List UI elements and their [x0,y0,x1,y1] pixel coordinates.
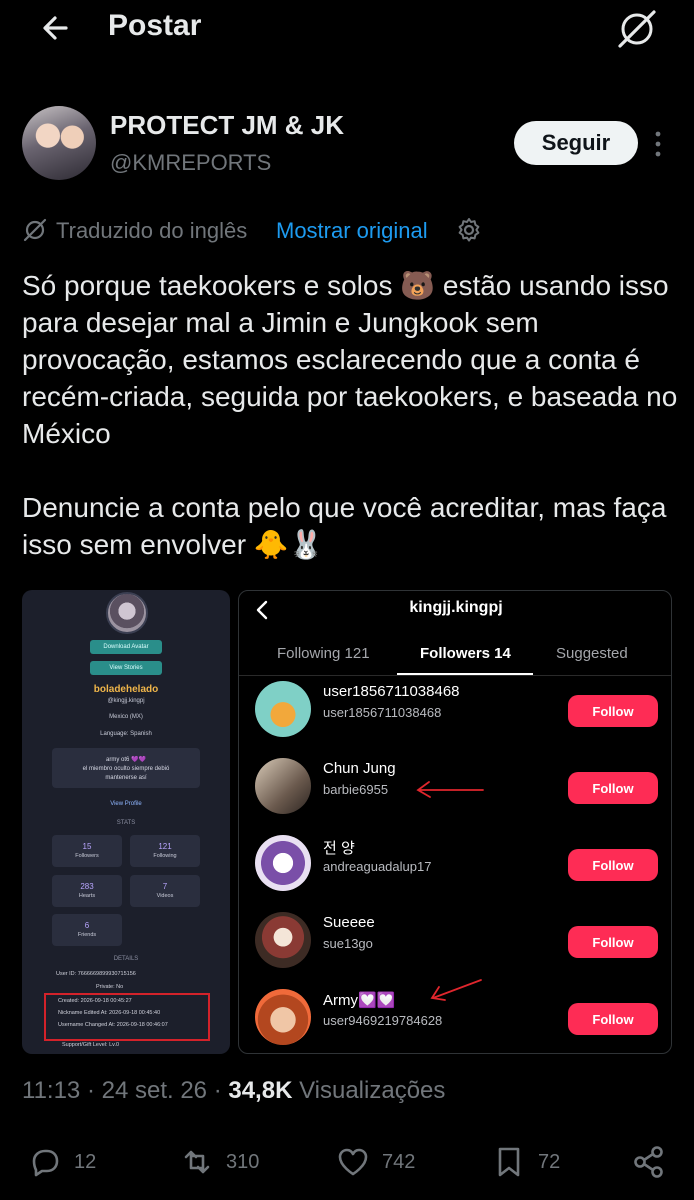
author-name[interactable]: PROTECT JM & JK [110,110,344,141]
like-count: 742 [382,1150,416,1173]
bookmark-count: 72 [538,1150,561,1173]
reply-button[interactable]: 12 [26,1142,96,1182]
follower-username: user9469219784628 [323,1013,443,1028]
follower-name: user1856711038468 [323,683,460,700]
back-arrow-icon[interactable] [36,8,76,48]
profile-handle: @kingjj.kingpj [107,698,145,704]
gear-icon[interactable] [455,216,483,244]
more-options-icon[interactable] [648,126,668,162]
follower-name: Army💟💟 [323,992,396,1009]
tweet-time: 11:13 [22,1077,81,1104]
tab-followers: Followers 14 [420,645,511,662]
stat-following: 121 Following [130,835,200,867]
follower-avatar [255,835,311,891]
repost-icon [184,1150,210,1174]
follow-user-button: Follow [568,772,658,804]
follower-avatar [255,912,311,968]
author-avatar[interactable] [22,106,96,180]
follow-user-button: Follow [568,926,658,958]
follower-name: Sueeee [323,914,375,931]
stat-videos: 7 Videos [130,875,200,907]
follow-user-button: Follow [568,849,658,881]
profile-name: boladehelado [93,684,159,695]
like-button[interactable]: 742 [334,1142,415,1182]
bookmark-icon [498,1147,520,1177]
translated-label: Traduzido do inglês [56,218,248,243]
share-icon [634,1146,663,1178]
show-original-link[interactable]: Mostrar original [276,218,428,244]
followers-page-title: kingjj.kingpj [409,599,503,616]
repost-button[interactable]: 310 [178,1142,259,1182]
follower-avatar [255,989,311,1045]
follower-avatar [255,758,311,814]
bookmark-button[interactable]: 72 [490,1142,560,1182]
stat-friends: 6 Friends [52,914,122,946]
follow-button[interactable]: Seguir [514,121,638,165]
views-count: 34,8K [228,1077,293,1104]
author-handle[interactable]: @KMREPORTS [110,150,271,176]
follower-username: sue13go [323,936,373,951]
profile-language: Language: Spanish [100,731,152,737]
translate-icon [22,217,48,243]
follower-username: user1856711038468 [323,705,442,720]
follower-name: 전 양 [323,840,355,857]
reply-icon [32,1149,59,1177]
profile-avatar [106,592,148,634]
detail-support-level: Support/Gift Level: Lv.0 [62,1042,120,1048]
follower-row: user1856711038468 user1856711038468 Foll… [239,671,671,748]
tweet-paragraph: Só porque taekookers e solos 🐻 estão usa… [22,270,678,449]
attached-image-followers-list[interactable]: kingjj.kingpj Following 121 Followers 14… [238,590,672,1054]
red-arrow-annotation [430,979,482,1001]
view-stories-button: View Stories [90,661,162,675]
follower-avatar [255,681,311,737]
detail-user-id: User ID: 7666669899930715156 [56,971,136,977]
highlight-box [44,993,210,1041]
follower-username: barbie6955 [323,782,389,797]
tweet-meta: 11:13 · 24 set. 26 · 34,8K Visualizações [22,1077,446,1104]
share-button[interactable] [630,1142,678,1182]
download-avatar-button: Download Avatar [90,640,162,654]
bio-line: mantenerse así [105,775,147,781]
repost-count: 310 [226,1150,260,1173]
view-profile-link: View Profile [110,801,142,807]
bio-line: el miembro oculto siempre debió [82,766,170,772]
profile-location: Mexico (MX) [109,714,143,720]
views-label: Visualizações [299,1077,446,1104]
bio-line: army ot6 💜💜 [106,757,146,763]
follower-row: 전 양 andreaguadalup17 Follow [239,825,671,902]
follow-user-button: Follow [568,695,658,727]
stats-heading: STATS [116,820,136,826]
page-title: Postar [108,9,202,42]
grok-icon[interactable] [614,6,660,52]
tweet-body: Só porque taekookers e solos 🐻 estão usa… [22,267,682,563]
follower-name: Chun Jung [323,760,396,777]
tweet-date: 24 set. 26 [101,1077,208,1104]
heart-icon [338,1148,368,1176]
details-heading: DETAILS [113,956,139,962]
detail-private: Private: No [96,984,124,990]
profile-bio: army ot6 💜💜 el miembro oculto siempre de… [52,748,200,788]
tab-suggested: Suggested [556,645,628,662]
stat-hearts: 283 Hearts [52,875,122,907]
follower-username: andreaguadalup17 [323,859,432,874]
follow-user-button: Follow [568,1003,658,1035]
attached-image-profile-info[interactable]: Download Avatar View Stories boladehelad… [22,590,230,1054]
tweet-paragraph: Denuncie a conta pelo que você acreditar… [22,492,667,560]
follower-row: Sueeee sue13go Follow [239,902,671,979]
stat-followers: 15 Followers [52,835,122,867]
red-arrow-annotation [416,781,484,798]
reply-count: 12 [74,1150,97,1173]
tab-following: Following 121 [277,645,370,662]
